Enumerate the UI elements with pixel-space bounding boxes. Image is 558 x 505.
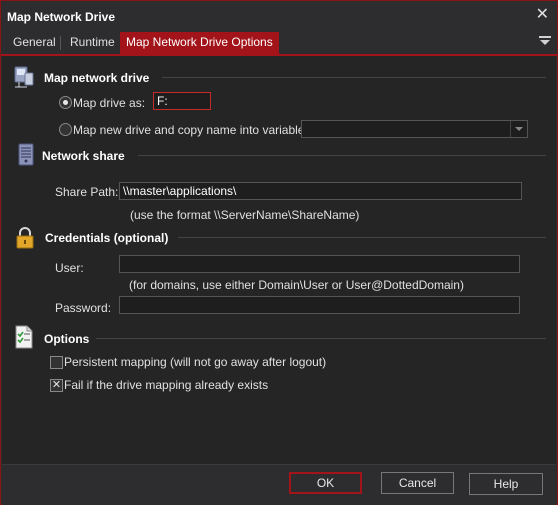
title-bar: Map Network Drive ✕	[1, 1, 557, 31]
chevron-down-icon[interactable]	[510, 121, 527, 137]
drive-variable-select[interactable]	[301, 120, 528, 138]
section-title-options: Options	[44, 332, 90, 346]
ok-button[interactable]: OK	[289, 472, 362, 494]
tab-separator	[60, 36, 61, 50]
window-title: Map Network Drive	[7, 10, 116, 24]
overflow-menu-icon[interactable]	[539, 34, 551, 48]
user-hint: (for domains, use either Domain\User or …	[129, 278, 464, 292]
map-new-drive-radio[interactable]	[59, 123, 72, 136]
section-divider	[138, 155, 546, 156]
persistent-mapping-label: Persistent mapping (will not go away aft…	[64, 355, 327, 369]
map-new-drive-label: Map new drive and copy name into variabl…	[73, 123, 308, 137]
password-input[interactable]	[119, 296, 520, 314]
persistent-mapping-checkbox[interactable]	[50, 356, 63, 369]
section-title-network-share: Network share	[42, 149, 125, 163]
tab-map-network-drive-options[interactable]: Map Network Drive Options	[120, 32, 279, 54]
section-divider	[162, 77, 546, 78]
share-path-hint: (use the format \\ServerName\ShareName)	[130, 208, 360, 222]
fail-if-exists-checkbox[interactable]: ✕	[50, 379, 63, 392]
dialog-window: Map Network Drive ✕ General Runtime Map …	[0, 0, 558, 505]
network-drive-icon	[14, 66, 34, 88]
section-title-map-network-drive: Map network drive	[44, 71, 150, 85]
help-button[interactable]: Help	[469, 473, 543, 495]
share-path-label: Share Path:	[55, 185, 119, 199]
checklist-icon	[15, 325, 33, 349]
fail-if-exists-label: Fail if the drive mapping already exists	[64, 378, 269, 392]
section-divider	[96, 338, 546, 339]
section-title-credentials: Credentials (optional)	[45, 231, 169, 245]
user-label: User:	[55, 261, 84, 275]
tab-runtime[interactable]: Runtime	[64, 32, 121, 54]
tab-strip: General Runtime Map Network Drive Option…	[1, 32, 557, 56]
map-drive-as-label: Map drive as:	[73, 96, 146, 110]
cancel-button[interactable]: Cancel	[381, 472, 454, 494]
lock-icon	[16, 227, 34, 249]
share-path-input[interactable]	[119, 182, 522, 200]
close-icon[interactable]: ✕	[536, 6, 549, 24]
tab-general[interactable]: General	[7, 32, 62, 54]
options-panel: Map network drive Map drive as: Map new …	[2, 56, 556, 464]
user-input[interactable]	[119, 255, 520, 273]
server-icon	[18, 143, 34, 166]
checkmark-icon: ✕	[51, 379, 62, 391]
dialog-footer: OK Cancel Help	[2, 464, 556, 505]
map-drive-as-radio[interactable]	[59, 96, 72, 109]
section-divider	[178, 237, 546, 238]
drive-letter-input[interactable]	[153, 92, 211, 110]
password-label: Password:	[55, 301, 112, 315]
